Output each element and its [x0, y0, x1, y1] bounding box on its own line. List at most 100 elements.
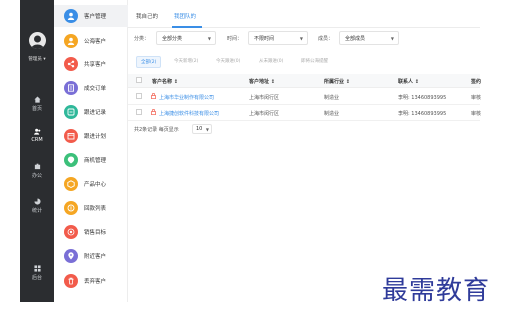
menu-item-sales-target[interactable]: 销售目标: [54, 221, 128, 243]
menu-item-discarded[interactable]: 丢弃客户: [54, 270, 128, 292]
menu-item-label: 共享客户: [84, 62, 107, 68]
category-filter-label: 分类：: [134, 36, 150, 42]
menu-item-nearby[interactable]: 附近客户: [54, 245, 128, 267]
order-icon: [64, 81, 78, 95]
customer-address: 上海市闵行区: [249, 111, 280, 117]
customer-signing: 审核: [471, 111, 482, 117]
menu-item-followup-records[interactable]: 跟进记录: [54, 101, 128, 123]
rail-item-stats[interactable]: 统计: [20, 198, 54, 214]
select-all-checkbox[interactable]: [136, 77, 142, 83]
quick-filter-today-new[interactable]: 今天新增(2): [170, 56, 202, 68]
menu-item-label: 成交订单: [84, 86, 107, 92]
menu-item-label: 销售目标: [84, 230, 107, 236]
customer-signing: 审核: [471, 95, 482, 101]
opportunity-icon: [64, 153, 78, 167]
column-address[interactable]: 客户地址 ↕: [249, 78, 275, 85]
menu-item-label: 跟进计划: [84, 134, 107, 140]
record-icon: [64, 105, 78, 119]
crm-menu: 客户管理 公海客户 共享客户 成交订单 跟进记录 跟进计划 商机管理 产品中心 …: [54, 0, 128, 302]
table-row[interactable]: 上海市华业制作有限公司 上海市闵行区 制造业 李明: 13460893995 审…: [128, 89, 482, 105]
avatar-icon: [31, 35, 44, 49]
menu-item-public-pool[interactable]: 公海客户: [54, 30, 128, 52]
office-icon: [34, 163, 40, 170]
member-filter-label: 成员：: [318, 36, 334, 42]
user-menu-label[interactable]: 管理员 ▾: [21, 56, 53, 62]
home-icon: [33, 96, 41, 103]
menu-item-label: 商机管理: [84, 158, 107, 164]
row-checkbox[interactable]: [136, 109, 142, 115]
customer-name-link[interactable]: 上海市华业制作有限公司: [159, 94, 214, 101]
rail-label: 首页: [31, 106, 42, 112]
menu-item-payments[interactable]: 回款列表: [54, 197, 128, 219]
menu-item-label: 产品中心: [84, 182, 107, 188]
menu-item-label: 回款列表: [84, 206, 107, 212]
watermark: 最需教育: [382, 276, 491, 306]
chevron-down-icon: ▼: [390, 36, 394, 41]
customer-table-header: 客户名称 ↕ 客户地址 ↕ 所属行业 ↕ 联系人 ↕ 签约: [128, 74, 481, 88]
menu-item-label: 跟进记录: [84, 110, 107, 116]
menu-item-label: 公海客户: [84, 39, 107, 45]
rail-item-admin[interactable]: 后台: [20, 265, 54, 281]
rail-label: CRM: [31, 137, 43, 143]
category-select[interactable]: 全部分类 ▼: [156, 31, 216, 45]
menu-item-followup-plan[interactable]: 跟进计划: [54, 125, 128, 147]
quick-filter-today-followed[interactable]: 今天跟进(0): [212, 56, 244, 68]
lock-icon: [151, 93, 156, 99]
target-icon: [64, 225, 78, 239]
rail-label: 办公: [31, 173, 42, 179]
rail-item-crm[interactable]: CRM: [20, 128, 54, 143]
menu-item-orders[interactable]: 成交订单: [54, 77, 128, 99]
page-size-value: 10: [196, 126, 203, 132]
table-row[interactable]: 上海捷创软件科技有限公司 上海市闵行区 制造业 李明: 13460893995 …: [128, 105, 482, 121]
chevron-down-icon: ▼: [299, 36, 303, 41]
user-avatar[interactable]: [29, 32, 46, 49]
menu-item-label: 附近客户: [84, 254, 107, 260]
member-select-value: 全部成员: [345, 36, 366, 42]
column-industry[interactable]: 所属行业 ↕: [324, 78, 350, 85]
rail-item-office[interactable]: 办公: [20, 163, 54, 179]
lock-icon: [151, 109, 156, 115]
tab-mine[interactable]: 我自己的: [136, 12, 158, 20]
view-tabs: 我自己的 我团队的: [128, 0, 480, 28]
discard-icon: [64, 274, 78, 288]
menu-item-products[interactable]: 产品中心: [54, 173, 128, 195]
customer-contact: 李明: 13460893995: [398, 111, 447, 117]
chevron-down-icon: ▼: [205, 127, 209, 132]
customer-industry: 制造业: [324, 95, 340, 101]
column-signing[interactable]: 签约: [471, 78, 481, 85]
rail-label: 后台: [31, 275, 42, 281]
grid-icon: [33, 265, 41, 272]
menu-item-shared[interactable]: 共享客户: [54, 53, 128, 75]
customer-name-link[interactable]: 上海捷创软件科技有限公司: [159, 110, 219, 117]
quick-filter-all[interactable]: 全部(2): [136, 56, 162, 68]
time-filter-label: 时间：: [227, 36, 243, 42]
payment-icon: [64, 201, 78, 215]
time-select-value: 不限时间: [254, 36, 275, 42]
quick-filter-pool-reminder[interactable]: 即将公海提醒: [297, 56, 332, 68]
product-icon: [64, 177, 78, 191]
customer-address: 上海市闵行区: [249, 95, 280, 101]
location-icon: [64, 249, 78, 263]
plan-icon: [64, 129, 78, 143]
menu-item-customer-management[interactable]: 客户管理: [54, 5, 128, 27]
stats-icon: [33, 198, 41, 205]
menu-item-label: 客户管理: [84, 14, 107, 20]
page-size-select[interactable]: 10 ▼: [192, 124, 212, 134]
share-icon: [64, 57, 78, 71]
row-checkbox[interactable]: [136, 93, 142, 99]
rail-item-home[interactable]: 首页: [20, 96, 54, 112]
menu-item-label: 丢弃客户: [84, 279, 107, 285]
customer-industry: 制造业: [324, 111, 340, 117]
column-contact[interactable]: 联系人 ↕: [398, 78, 419, 85]
tab-my-team[interactable]: 我团队的: [174, 12, 196, 20]
record-summary: 共2条记录 每页显示: [134, 127, 179, 133]
member-select[interactable]: 全部成员 ▼: [339, 31, 399, 45]
menu-item-opportunities[interactable]: 商机管理: [54, 149, 128, 171]
quick-filter-never-followed[interactable]: 从未跟进(0): [255, 56, 287, 68]
person-icon: [64, 9, 78, 23]
chevron-down-icon: ▼: [207, 36, 211, 41]
customer-contact: 李明: 13460893995: [398, 95, 447, 101]
column-customer-name[interactable]: 客户名称 ↕: [152, 78, 178, 85]
time-select[interactable]: 不限时间 ▼: [248, 31, 308, 45]
pool-icon: [64, 34, 78, 48]
